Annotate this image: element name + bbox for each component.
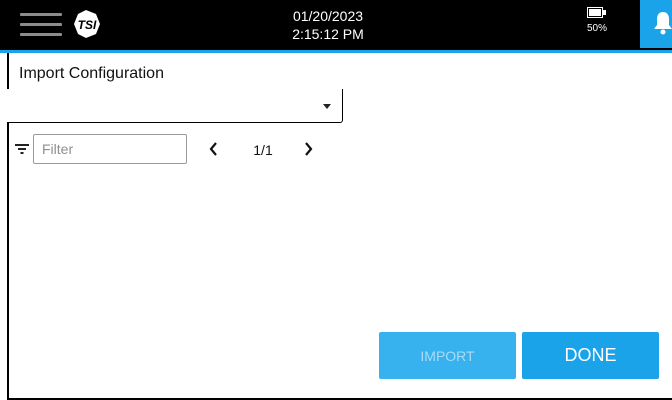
battery-icon: [587, 7, 606, 18]
filter-icon[interactable]: [15, 143, 29, 155]
svg-text:TSI: TSI: [78, 18, 97, 32]
tsi-logo: TSI: [74, 10, 100, 38]
notifications-button[interactable]: [640, 0, 672, 48]
date-time: 01/20/2023 2:15:12 PM: [248, 7, 408, 43]
bell-icon: [654, 12, 672, 35]
import-button[interactable]: IMPORT: [379, 332, 516, 379]
chevron-right-icon[interactable]: [300, 140, 316, 158]
time-text: 2:15:12 PM: [292, 26, 364, 42]
page-indicator: 1/1: [253, 142, 273, 158]
filter-input[interactable]: [33, 134, 187, 164]
configuration-select[interactable]: [7, 89, 343, 123]
caret-down-icon: [323, 104, 331, 109]
battery-percent: 50%: [586, 23, 607, 34]
battery-status: 50%: [582, 7, 612, 36]
done-button[interactable]: DONE: [522, 332, 659, 379]
date-text: 01/20/2023: [292, 8, 364, 24]
page-title: Import Configuration: [19, 65, 164, 82]
hamburger-menu-icon[interactable]: [20, 12, 62, 38]
chevron-left-icon[interactable]: [206, 140, 222, 158]
top-bar: TSI 01/20/2023 2:15:12 PM 50%: [0, 0, 672, 53]
